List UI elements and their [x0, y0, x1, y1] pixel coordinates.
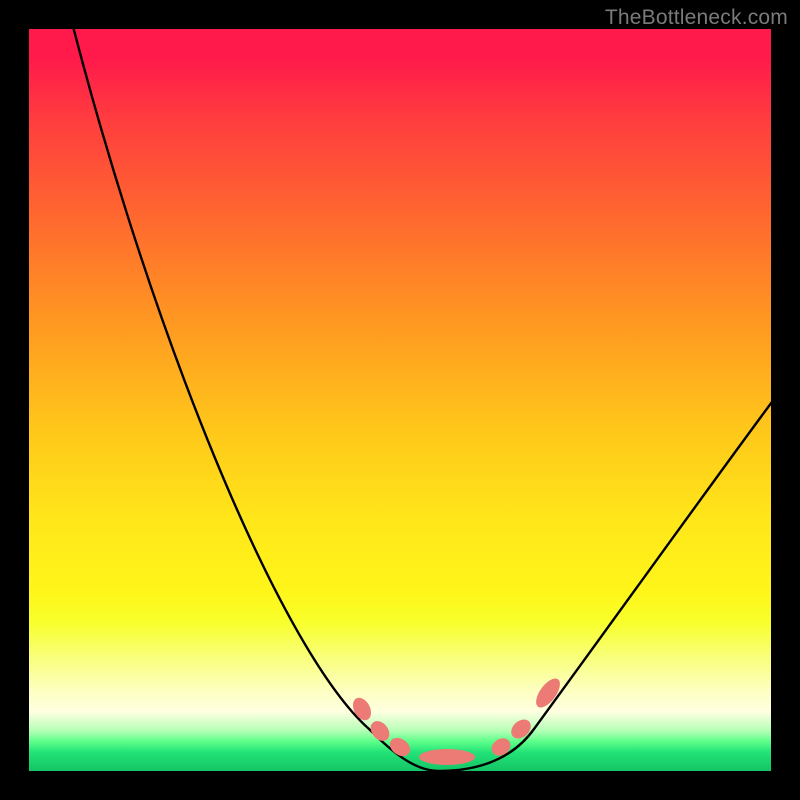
chart-svg [29, 29, 771, 771]
plot-area [29, 29, 771, 771]
outer-frame: TheBottleneck.com [0, 0, 800, 800]
marker-group [349, 675, 564, 765]
curve-marker [488, 735, 514, 760]
curve-marker [349, 695, 374, 724]
bottleneck-curve [66, 0, 789, 771]
curve-marker [419, 749, 475, 765]
curve-marker [507, 716, 534, 743]
watermark-text: TheBottleneck.com [605, 6, 788, 30]
